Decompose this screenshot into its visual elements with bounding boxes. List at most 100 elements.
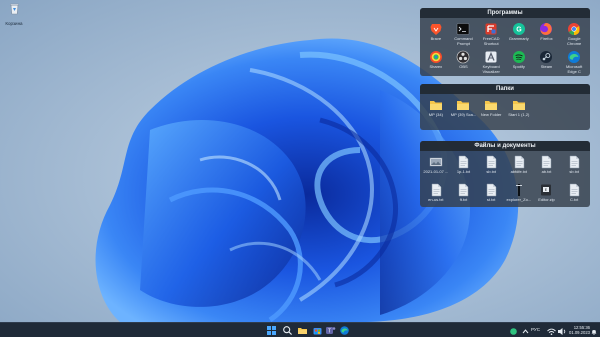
document-icon — [486, 183, 497, 197]
language-indicator[interactable]: РУС — [531, 327, 540, 332]
fence-item-label: explorer_Zo... — [506, 198, 532, 202]
clock-date: 01.09.2023 — [569, 330, 590, 335]
fence-item-label: ft.txt — [459, 198, 468, 202]
document-icon — [486, 155, 497, 169]
fence-item-label: OBS — [459, 65, 468, 69]
fence-item[interactable]: ft.txt — [450, 182, 478, 207]
steam-icon — [540, 51, 553, 63]
fence-item-label: Start 1 (1,2) — [508, 113, 530, 117]
network-icon[interactable] — [508, 326, 519, 337]
fence-item-label: Command Prompt — [454, 37, 473, 46]
fence-item-label: Brave — [430, 37, 442, 41]
fence-item[interactable]: st.txt — [477, 182, 505, 207]
fence-item-label: Editor.zip — [538, 198, 555, 202]
desktop-icon-recycle-bin[interactable]: Корзина — [3, 2, 25, 26]
fence-item[interactable]: Command Prompt — [450, 21, 478, 49]
fence-folders[interactable]: Папки MP (34) MP (39) Sca... New Folder Sta… — [420, 84, 590, 130]
sharex-icon — [429, 51, 442, 63]
fence-item[interactable]: New Folder — [477, 97, 505, 125]
fence-item[interactable]: C.txt — [560, 182, 588, 207]
zip-archive-icon: E — [541, 184, 552, 196]
fence-item[interactable]: FreeCAD Shortcut — [477, 21, 505, 49]
edge-icon[interactable] — [339, 325, 350, 336]
document-icon — [459, 183, 469, 197]
fence-item-label: sb.txt — [486, 170, 496, 174]
document-icon — [514, 155, 525, 169]
fence-item[interactable]: OBS — [450, 49, 478, 76]
fence-files[interactable]: Файлы и документы 2021-01-07 ... 1p-1.txt… — [420, 141, 590, 207]
desktop[interactable]: Корзина Программы Brave Command Prompt Fre… — [0, 0, 600, 322]
fence-item-label: st.txt — [486, 198, 496, 202]
fence-grid: 2021-01-07 ... 1p-1.txt sb.txt abfdfe.txt ab… — [420, 151, 590, 207]
folder-icon — [429, 101, 442, 110]
fence-item[interactable]: Steam — [533, 49, 561, 76]
windows-start-icon[interactable] — [266, 325, 277, 336]
store-icon[interactable] — [312, 325, 323, 336]
fence-item[interactable]: Keyboard Visualizer — [477, 49, 505, 76]
fence-item[interactable]: Microsoft Edge C — [560, 49, 588, 76]
fence-item-label: New Folder — [480, 113, 502, 117]
fence-item[interactable]: Spotify — [505, 49, 533, 76]
fence-item-label: MP (34) — [428, 113, 443, 117]
fence-item[interactable]: Sharex — [422, 49, 450, 76]
fence-item[interactable]: Firefox — [533, 21, 561, 49]
fence-item[interactable]: 2021-01-07 ... — [422, 154, 450, 182]
pinned-file-icon — [515, 184, 522, 196]
fence-item-label: Keyboard Visualizer — [482, 65, 500, 74]
fence-item[interactable]: sb.txt — [477, 154, 505, 182]
fence-item[interactable]: G Grammarly — [505, 21, 533, 49]
document-icon — [459, 155, 469, 169]
fence-item[interactable]: E Editor.zip — [533, 182, 561, 207]
fence-grid: MP (34) MP (39) Sca... New Folder Start 1 (… — [420, 94, 590, 125]
fence-item-label: 2021-01-07 ... — [423, 170, 449, 174]
fence-item[interactable]: MP (34) — [422, 97, 450, 125]
fence-item[interactable]: en-us.txt — [422, 182, 450, 207]
svg-text:T: T — [328, 329, 331, 335]
recycle-bin-icon — [9, 3, 19, 15]
folder-icon — [485, 101, 498, 110]
fence-item[interactable]: Google Chrome — [560, 21, 588, 49]
fence-item-label: abfdfe.txt — [510, 170, 528, 174]
fence-item[interactable]: Start 1 (1,2) — [505, 97, 533, 125]
fence-item[interactable]: sb.txt — [560, 154, 588, 182]
fence-item-label: Steam — [540, 65, 553, 69]
search-icon[interactable] — [282, 325, 293, 336]
teams-icon[interactable]: T — [325, 325, 336, 336]
taskbar: T РУС 12:55:36 01.09.2023 — [0, 322, 600, 337]
edge-icon — [568, 51, 581, 63]
fence-item-label: MP (39) Sca... — [450, 113, 477, 117]
svg-text:G: G — [516, 27, 522, 34]
fence-item[interactable]: explorer_Zo... — [505, 182, 533, 207]
fence-item[interactable]: MP (39) Sca... — [450, 97, 478, 125]
desktop-icon-label: Корзина — [5, 21, 23, 26]
keyboard-visualizer-icon — [485, 51, 497, 63]
chevron-up-icon[interactable] — [520, 326, 531, 337]
fence-title[interactable]: Файлы и документы — [420, 141, 590, 151]
fence-programs[interactable]: Программы Brave Command Prompt FreeCAD Sho… — [420, 8, 590, 76]
fence-title[interactable]: Программы — [420, 8, 590, 18]
folder-icon[interactable] — [297, 325, 308, 336]
image-file-icon — [429, 157, 443, 167]
fence-item-label: Microsoft Edge C — [566, 65, 583, 74]
fence-item-label: Grammarly — [508, 37, 529, 41]
bell-icon[interactable] — [590, 326, 598, 337]
fence-item[interactable]: ab.txt — [533, 154, 561, 182]
terminal-icon — [457, 23, 470, 35]
speaker-icon[interactable] — [556, 326, 567, 337]
folder-icon — [512, 101, 525, 110]
folder-icon — [457, 101, 470, 110]
fence-item-label: Google Chrome — [567, 37, 582, 46]
fence-item-label: ab.txt — [541, 170, 552, 174]
document-icon — [569, 155, 580, 169]
fence-item[interactable]: Brave — [422, 21, 450, 49]
brave-icon — [430, 24, 442, 35]
document-icon — [431, 183, 442, 197]
fence-title[interactable]: Папки — [420, 84, 590, 94]
fence-item[interactable]: 1p-1.txt — [450, 154, 478, 182]
fence-item-label: sb.txt — [569, 170, 579, 174]
fence-grid: Brave Command Prompt FreeCAD Shortcut G Gram… — [420, 18, 590, 76]
firefox-icon — [540, 23, 553, 35]
spotify-icon — [512, 51, 525, 63]
fence-item[interactable]: abfdfe.txt — [505, 154, 533, 182]
system-clock[interactable]: 12:55:36 01.09.2023 — [569, 325, 590, 335]
